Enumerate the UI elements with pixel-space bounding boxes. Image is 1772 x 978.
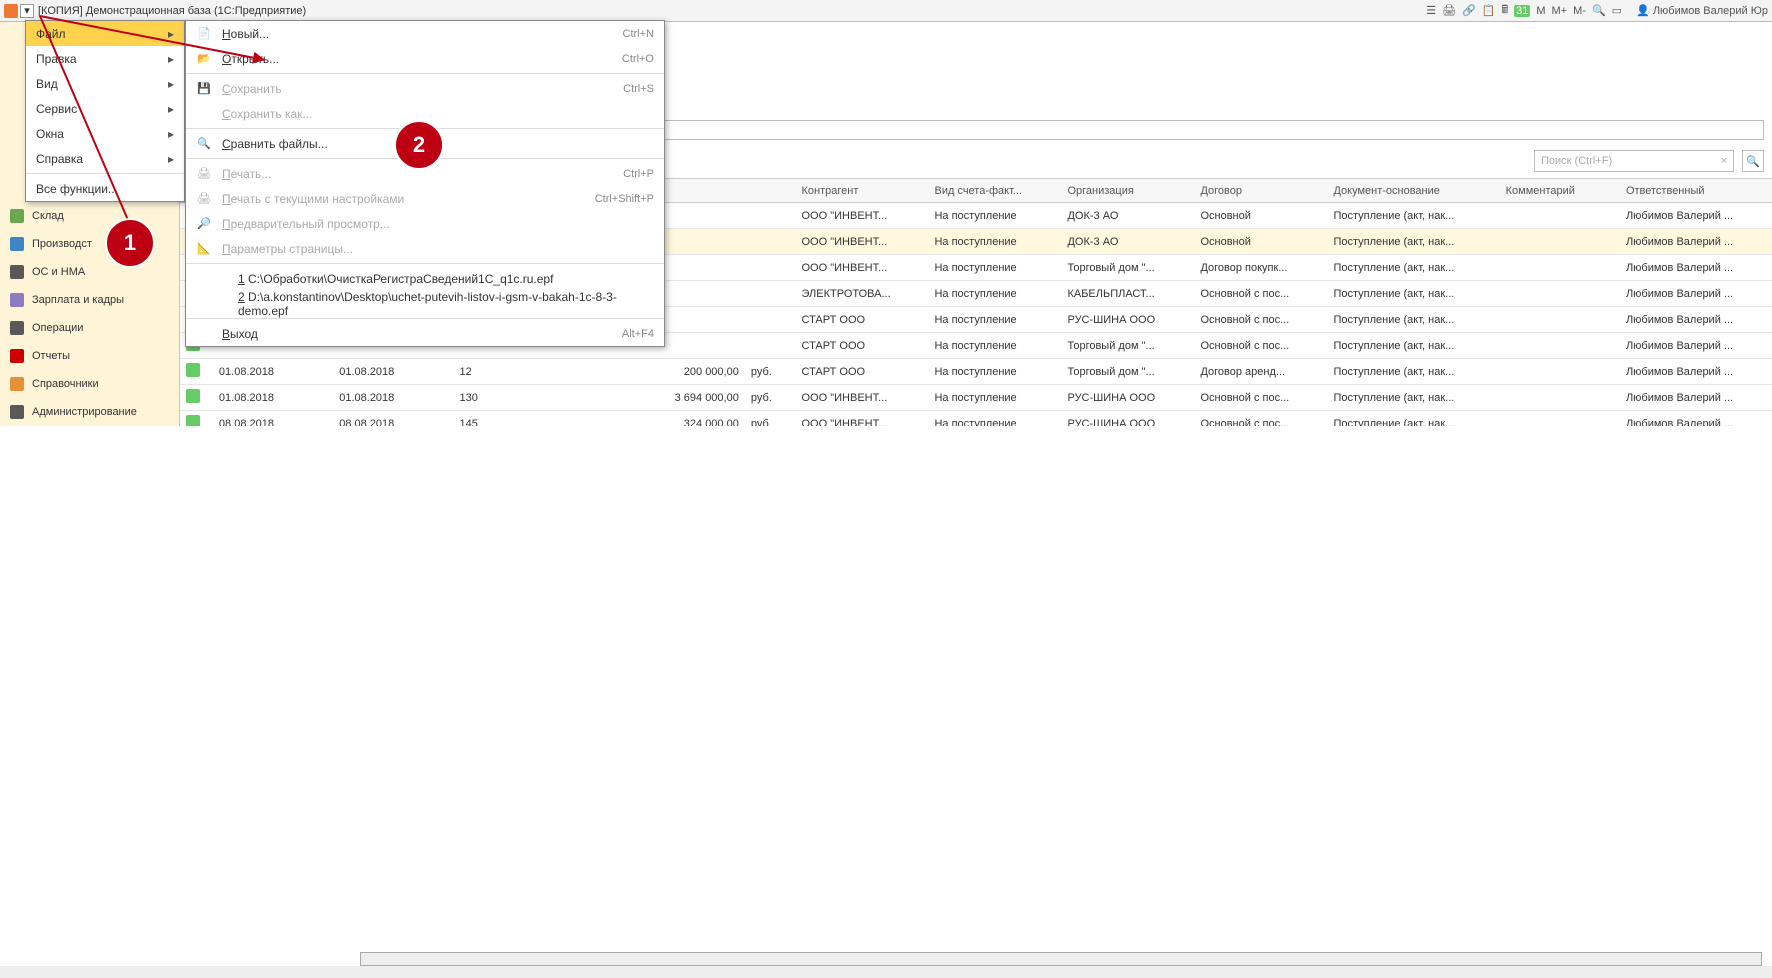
column-header[interactable]: Вид счета-факт... bbox=[928, 179, 1061, 203]
document-icon bbox=[186, 389, 200, 403]
sidebar-item-7[interactable]: Администрирование bbox=[0, 398, 179, 426]
sidebar-item-5[interactable]: Отчеты bbox=[0, 342, 179, 370]
column-header[interactable]: Договор bbox=[1194, 179, 1327, 203]
table-row[interactable]: 08.08.201808.08.2018145324 000,00руб.ООО… bbox=[180, 411, 1772, 427]
search-input[interactable]: Поиск (Ctrl+F)× bbox=[1534, 150, 1734, 172]
submenu-item-11: 📐Параметры страницы... bbox=[186, 236, 664, 261]
clipboard-icon[interactable]: 📋 bbox=[1482, 4, 1496, 17]
sidebar-item-6[interactable]: Справочники bbox=[0, 370, 179, 398]
table-row[interactable]: 01.08.201801.08.20181303 694 000,00руб.О… bbox=[180, 385, 1772, 411]
mplus-icon[interactable]: M+ bbox=[1552, 5, 1568, 17]
horizontal-scrollbar[interactable] bbox=[0, 966, 1772, 978]
menu-item-2[interactable]: Вид▸ bbox=[26, 71, 184, 96]
clear-icon[interactable]: × bbox=[1721, 155, 1727, 167]
submenu-item-16[interactable]: ВыходAlt+F4 bbox=[186, 321, 664, 346]
app-icon bbox=[4, 4, 18, 18]
menu-item-0[interactable]: Файл▸ bbox=[26, 21, 184, 46]
document-icon bbox=[186, 415, 200, 426]
document-icon bbox=[186, 363, 200, 377]
table-row[interactable]: 01.08.201801.08.201812200 000,00руб.СТАР… bbox=[180, 359, 1772, 385]
menu-item-6[interactable]: Все функции... bbox=[26, 176, 184, 201]
user-label[interactable]: 👤 Любимов Валерий Юр bbox=[1636, 4, 1768, 17]
column-header[interactable]: Комментарий bbox=[1500, 179, 1620, 203]
main-menu-popup: Файл▸Правка▸Вид▸Сервис▸Окна▸Справка▸ Все … bbox=[25, 20, 185, 202]
m-icon[interactable]: M bbox=[1536, 5, 1545, 17]
main-menu-dropdown[interactable]: ▾ bbox=[20, 4, 34, 18]
submenu-item-1[interactable]: 📂Открыть...Ctrl+O bbox=[186, 46, 664, 71]
calendar-icon[interactable]: 31 bbox=[1514, 5, 1530, 17]
submenu-item-10: 🔎Предварительный просмотр... bbox=[186, 211, 664, 236]
bottom-text-input[interactable] bbox=[360, 952, 1762, 966]
search-button[interactable]: 🔍 bbox=[1742, 150, 1764, 172]
print-icon[interactable]: 🖨 bbox=[1442, 4, 1456, 17]
sidebar-item-0[interactable]: Склад bbox=[0, 202, 179, 230]
layout-icon[interactable]: ▭ bbox=[1612, 4, 1622, 17]
menu-item-4[interactable]: Окна▸ bbox=[26, 121, 184, 146]
submenu-item-14[interactable]: 2 D:\a.konstantinov\Desktop\uchet-putevi… bbox=[186, 291, 664, 316]
menu-item-1[interactable]: Правка▸ bbox=[26, 46, 184, 71]
zoom-icon[interactable]: 🔍 bbox=[1592, 4, 1606, 17]
titlebar-tools: ☰ 🖨 🔗 📋 🖩 31 M M+ M- 🔍 ▭ 👤 Любимов Валер… bbox=[1426, 1, 1768, 20]
sidebar-item-2[interactable]: ОС и НМА bbox=[0, 258, 179, 286]
menu-item-3[interactable]: Сервис▸ bbox=[26, 96, 184, 121]
submenu-item-0[interactable]: 📄Новый...Ctrl+N bbox=[186, 21, 664, 46]
submenu-item-3: 💾СохранитьCtrl+S bbox=[186, 76, 664, 101]
menu-item-5[interactable]: Справка▸ bbox=[26, 146, 184, 171]
submenu-item-13[interactable]: 1 C:\Обработки\ОчисткаРегистраСведений1C… bbox=[186, 266, 664, 291]
column-header[interactable]: Документ-основание bbox=[1327, 179, 1499, 203]
calc-icon[interactable]: 🖩 bbox=[1501, 1, 1508, 20]
file-submenu: 📄Новый...Ctrl+N📂Открыть...Ctrl+O 💾Сохрани… bbox=[185, 20, 665, 347]
fav-icon[interactable]: ☰ bbox=[1426, 4, 1436, 17]
submenu-item-9: 🖨Печать с текущими настройкамиCtrl+Shift… bbox=[186, 186, 664, 211]
window-title: [КОПИЯ] Демонстрационная база (1С:Предпр… bbox=[38, 5, 1426, 17]
column-header[interactable] bbox=[745, 179, 796, 203]
sidebar-item-4[interactable]: Операции bbox=[0, 314, 179, 342]
column-header[interactable]: Контрагент bbox=[796, 179, 929, 203]
org-input[interactable] bbox=[500, 120, 1764, 140]
column-header[interactable]: Ответственный bbox=[1620, 179, 1772, 203]
titlebar: ▾ [КОПИЯ] Демонстрационная база (1С:Пред… bbox=[0, 0, 1772, 22]
annotation-2: 2 bbox=[394, 120, 444, 170]
sidebar-item-3[interactable]: Зарплата и кадры bbox=[0, 286, 179, 314]
annotation-1: 1 bbox=[105, 218, 155, 268]
link-icon[interactable]: 🔗 bbox=[1462, 4, 1476, 17]
column-header[interactable]: Организация bbox=[1061, 179, 1194, 203]
mminus-icon[interactable]: M- bbox=[1573, 5, 1586, 17]
